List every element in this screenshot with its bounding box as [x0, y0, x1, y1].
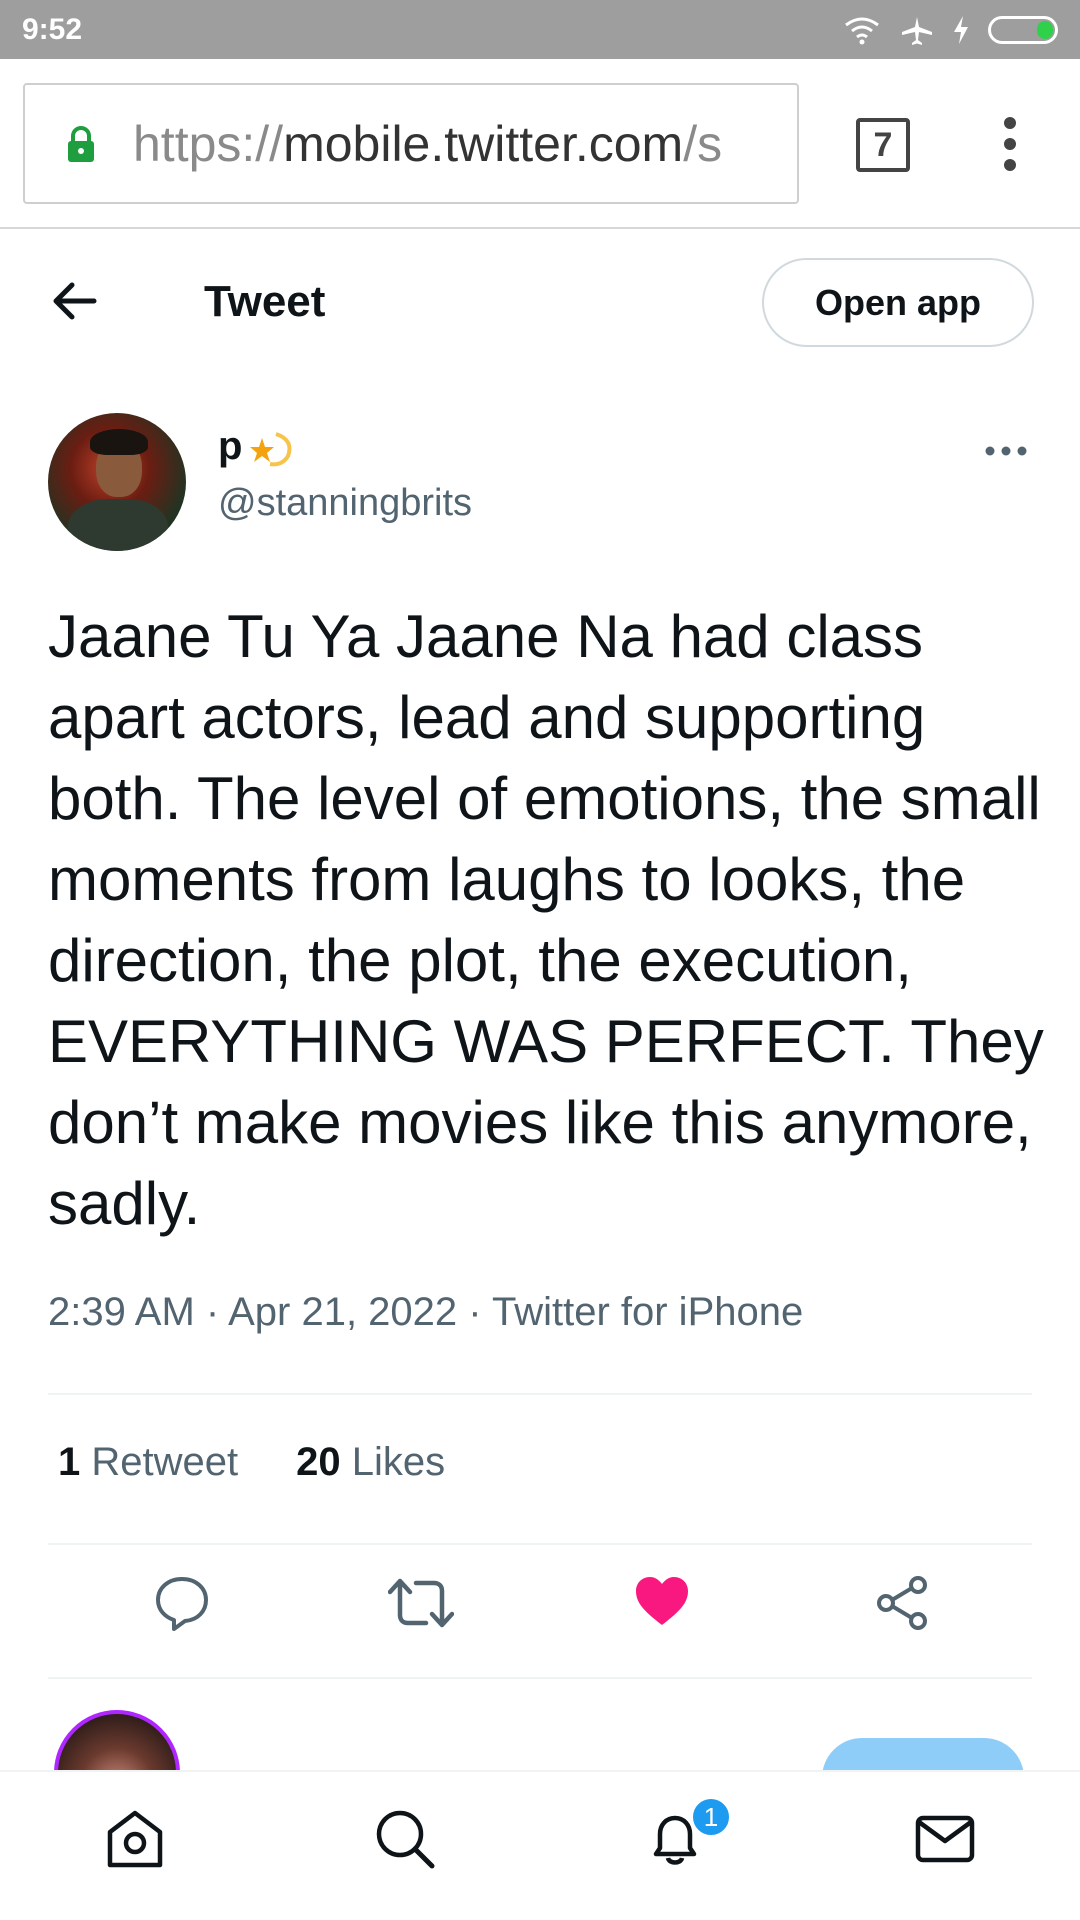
- reply-button[interactable]: [822, 1738, 1024, 1770]
- retweet-count: 1: [58, 1440, 81, 1484]
- page-title: Tweet: [204, 277, 326, 326]
- wifi-icon: [845, 17, 879, 44]
- share-icon[interactable]: [874, 1575, 930, 1631]
- charging-icon: [954, 15, 968, 44]
- lock-icon: [68, 125, 94, 162]
- tweet-text: Jaane Tu Ya Jaane Na had class apart act…: [48, 603, 1044, 1237]
- like-count: 20: [296, 1440, 341, 1484]
- back-arrow-icon[interactable]: [50, 281, 98, 321]
- bottom-navigation: 1: [0, 1770, 1080, 1920]
- tab-switcher-button[interactable]: 7: [856, 118, 910, 172]
- divider: [48, 1393, 1032, 1395]
- retweet-stat[interactable]: 1 Retweet: [58, 1440, 238, 1485]
- messages-icon[interactable]: [914, 1808, 976, 1870]
- retweet-label: Retweet: [91, 1440, 239, 1484]
- address-bar[interactable]: https://mobile.twitter.com/s: [23, 83, 799, 204]
- browser-menu-icon[interactable]: [1000, 115, 1020, 173]
- likes-stat[interactable]: 20 Likes: [296, 1440, 445, 1485]
- author-display-name[interactable]: p: [218, 424, 296, 469]
- home-icon[interactable]: [104, 1808, 166, 1870]
- status-icons: [842, 15, 1058, 45]
- url-text: https://mobile.twitter.com/s: [133, 115, 723, 172]
- open-app-button[interactable]: Open app: [762, 258, 1034, 347]
- tweet-stats: 1 Retweet 20 Likes: [58, 1440, 445, 1485]
- like-heart-icon[interactable]: [634, 1575, 690, 1627]
- tweet-header: Tweet Open app: [0, 231, 1080, 371]
- status-time: 9:52: [22, 12, 83, 46]
- search-icon[interactable]: [374, 1808, 436, 1870]
- battery-level: [1037, 20, 1053, 39]
- more-options-icon[interactable]: [984, 444, 1028, 458]
- retweet-icon[interactable]: [388, 1575, 454, 1631]
- divider: [48, 1677, 1032, 1679]
- notification-badge: 1: [690, 1796, 732, 1838]
- shooting-star-icon: [250, 431, 292, 466]
- reply-composer-preview: [0, 1710, 1080, 1770]
- reply-icon[interactable]: [154, 1575, 210, 1631]
- likes-label: Likes: [351, 1440, 446, 1484]
- tweet-timestamp[interactable]: 2:39 AM · Apr 21, 2022 · Twitter for iPh…: [48, 1290, 803, 1335]
- airplane-mode-icon: [902, 16, 932, 45]
- author-handle[interactable]: @stanningbrits: [218, 482, 472, 525]
- author-avatar[interactable]: [48, 413, 186, 551]
- tweet-actions: [0, 1575, 1080, 1645]
- battery-icon: [988, 15, 1058, 44]
- browser-toolbar: https://mobile.twitter.com/s 7: [0, 59, 1080, 229]
- status-bar: 9:52: [0, 0, 1080, 59]
- divider: [48, 1543, 1032, 1545]
- current-user-avatar: [54, 1710, 180, 1770]
